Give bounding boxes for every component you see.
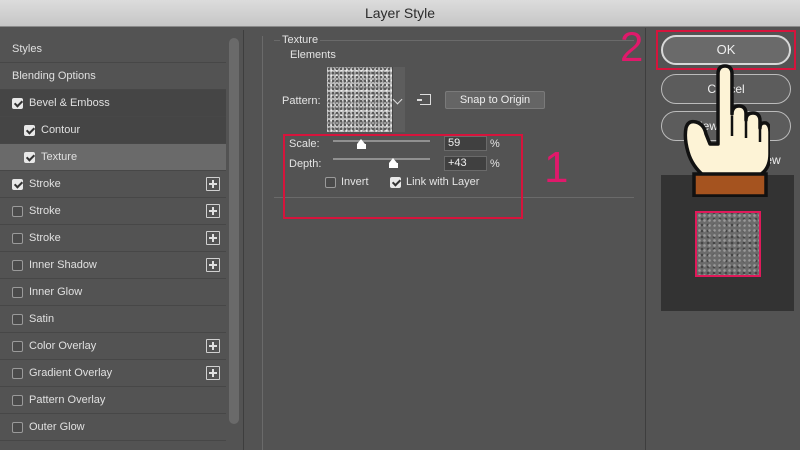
divider — [243, 30, 244, 450]
plus-square-icon[interactable] — [206, 339, 220, 353]
checkbox-icon[interactable] — [24, 151, 35, 163]
sidebar-item-label: Stroke — [29, 232, 61, 244]
sidebar-item-stroke[interactable]: Stroke — [0, 171, 226, 198]
checkbox-icon[interactable] — [12, 340, 23, 352]
checkbox-icon[interactable] — [12, 313, 23, 325]
sidebar-scrollbar[interactable] — [229, 38, 239, 424]
sidebar-item-color-overlay[interactable]: Color Overlay — [0, 333, 226, 360]
sidebar-item-label: Stroke — [29, 205, 61, 217]
sidebar-item-label: Styles — [12, 43, 42, 55]
checkbox-icon[interactable] — [12, 178, 23, 190]
sidebar-item-stroke[interactable]: Stroke — [0, 198, 226, 225]
preview-swatch — [695, 211, 761, 277]
sidebar-item-bevel-emboss[interactable]: Bevel & Emboss — [0, 90, 226, 117]
sidebar-item-label: Inner Shadow — [29, 259, 97, 271]
plus-square-icon[interactable] — [206, 258, 220, 272]
divider — [262, 36, 263, 450]
sidebar-item-gradient-overlay[interactable]: Gradient Overlay — [0, 360, 226, 387]
step-number-2: 2 — [620, 23, 644, 70]
sidebar-item-label: Contour — [41, 124, 81, 136]
sidebar-item-label: Gradient Overlay — [29, 367, 113, 379]
sidebar-item-pattern-overlay[interactable]: Pattern Overlay — [0, 387, 226, 414]
plus-square-icon[interactable] — [206, 177, 220, 191]
sidebar-item-contour[interactable]: Contour — [0, 117, 226, 144]
checkbox-icon[interactable] — [12, 232, 23, 244]
pointing-hand-icon — [683, 64, 770, 197]
checkbox-icon[interactable] — [12, 367, 23, 379]
checkbox-icon[interactable] — [12, 421, 23, 433]
elements-section-title: Elements — [290, 49, 336, 61]
checkbox-icon[interactable] — [12, 97, 23, 109]
highlight-box-step-1 — [283, 134, 523, 219]
sidebar-item-label: Inner Glow — [29, 286, 83, 298]
sidebar-item-label: Satin — [29, 313, 55, 325]
window-title: Layer Style — [0, 0, 800, 27]
checkbox-icon[interactable] — [12, 286, 23, 298]
snap-to-origin-button[interactable]: Snap to Origin — [445, 91, 545, 109]
sidebar-item-satin[interactable]: Satin — [0, 306, 226, 333]
plus-square-icon[interactable] — [206, 231, 220, 245]
sidebar-item-inner-shadow[interactable]: Inner Shadow — [0, 252, 226, 279]
sidebar-item-label: Stroke — [29, 178, 61, 190]
sidebar-item-stroke[interactable]: Stroke — [0, 225, 226, 252]
new-preset-icon[interactable] — [417, 94, 431, 105]
pattern-swatch[interactable] — [327, 67, 392, 132]
sidebar-item-label: Blending Options — [12, 70, 96, 82]
plus-square-icon[interactable] — [206, 366, 220, 380]
pattern-label: Pattern: — [282, 95, 321, 107]
sidebar-item-label: Bevel & Emboss — [29, 97, 110, 109]
style-list: Styles Blending Options Bevel & Emboss C… — [0, 36, 226, 450]
sidebar-item-texture[interactable]: Texture — [0, 144, 226, 171]
plus-square-icon[interactable] — [206, 204, 220, 218]
sidebar-item-label: Texture — [41, 151, 78, 163]
checkbox-icon[interactable] — [12, 205, 23, 217]
sidebar-item-inner-glow[interactable]: Inner Glow — [0, 279, 226, 306]
sidebar-item-styles[interactable]: Styles — [0, 36, 226, 63]
sidebar-item-label: Color Overlay — [29, 340, 97, 352]
checkbox-icon[interactable] — [24, 124, 35, 136]
sidebar-item-blending-options[interactable]: Blending Options — [0, 63, 226, 90]
checkbox-icon[interactable] — [12, 259, 23, 271]
step-number-1: 1 — [544, 143, 569, 192]
divider — [645, 28, 646, 450]
sidebar-item-label: Pattern Overlay — [29, 394, 106, 406]
sidebar-item-label: Outer Glow — [29, 421, 85, 433]
sidebar-item-outer-glow[interactable]: Outer Glow — [0, 414, 226, 441]
checkbox-icon[interactable] — [12, 394, 23, 406]
texture-group-title: Texture — [280, 34, 321, 46]
